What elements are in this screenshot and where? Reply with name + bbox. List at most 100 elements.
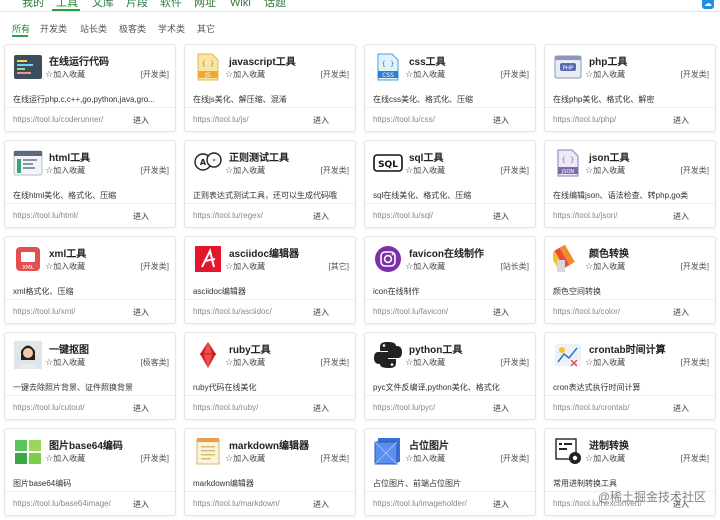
tool-title[interactable]: xml工具 <box>49 245 86 260</box>
tool-card[interactable]: crontab时间计算 ☆加入收藏 [开发类] cron表达式执行时间计算 https:… <box>544 332 716 420</box>
add-favorite-button[interactable]: ☆加入收藏 <box>225 261 265 272</box>
filter-academic[interactable]: 学术类 <box>158 22 185 35</box>
tool-title[interactable]: crontab时间计算 <box>589 341 666 356</box>
tool-card[interactable]: 图片base64编码 ☆加入收藏 [开发类] 图片base64编码 https://to… <box>4 428 176 516</box>
php-window-icon: PHP <box>553 52 583 82</box>
tool-card[interactable]: CSS { } css工具 ☆加入收藏 [开发类] 在线css美化、格式化、压缩 https… <box>364 44 536 132</box>
tool-title[interactable]: css工具 <box>409 53 446 68</box>
add-favorite-button[interactable]: ☆加入收藏 <box>45 261 85 272</box>
tool-title[interactable]: html工具 <box>49 149 90 164</box>
nav-item-software[interactable]: 软件 <box>160 0 182 10</box>
enter-link[interactable]: 进入 <box>133 211 149 222</box>
add-favorite-button[interactable]: ☆加入收藏 <box>585 261 625 272</box>
add-favorite-button[interactable]: ☆加入收藏 <box>225 69 265 80</box>
svg-text:CSS: CSS <box>382 72 394 79</box>
add-favorite-button[interactable]: ☆加入收藏 <box>585 453 625 464</box>
tool-title[interactable]: 一键抠图 <box>49 341 89 356</box>
tool-card[interactable]: asciidoc编辑器 ☆加入收藏 [其它] asciidoc编辑器 https://t… <box>184 236 356 324</box>
tool-card[interactable]: 颜色转换 ☆加入收藏 [开发类] 颜色空间转换 https://tool.lu/colo… <box>544 236 716 324</box>
tool-title[interactable]: 图片base64编码 <box>49 437 123 452</box>
add-favorite-button[interactable]: ☆加入收藏 <box>405 357 445 368</box>
filter-webmaster[interactable]: 站长类 <box>80 22 107 35</box>
add-favorite-button[interactable]: ☆加入收藏 <box>45 453 85 464</box>
tool-card[interactable]: html工具 ☆加入收藏 [开发类] 在线html美化、格式化、压缩 https://t… <box>4 140 176 228</box>
tool-card[interactable]: 占位图片 ☆加入收藏 [开发类] 占位图片、前端占位图片 https://tool.lu… <box>364 428 536 516</box>
enter-link[interactable]: 进入 <box>313 499 329 510</box>
enter-link[interactable]: 进入 <box>133 307 149 318</box>
enter-link[interactable]: 进入 <box>493 499 509 510</box>
tool-card[interactable]: 在线运行代码 ☆加入收藏 [开发类] 在线运行php,c,c++,go,python,… <box>4 44 176 132</box>
tool-title[interactable]: favicon在线制作 <box>409 245 484 260</box>
tool-title[interactable]: 占位图片 <box>409 437 449 452</box>
add-favorite-button[interactable]: ☆加入收藏 <box>405 453 445 464</box>
add-favorite-button[interactable]: ☆加入收藏 <box>405 165 445 176</box>
star-icon: ☆ <box>405 261 414 271</box>
add-favorite-button[interactable]: ☆加入收藏 <box>225 453 265 464</box>
filter-all[interactable]: 所有 <box>12 22 30 35</box>
enter-link[interactable]: 进入 <box>493 211 509 222</box>
card-divider <box>5 107 175 108</box>
tool-card[interactable]: python工具 ☆加入收藏 [开发类] pyc文件反编译,python美化、格式化 h… <box>364 332 536 420</box>
add-favorite-button[interactable]: ☆加入收藏 <box>405 69 445 80</box>
enter-link[interactable]: 进入 <box>133 499 149 510</box>
enter-link[interactable]: 进入 <box>133 115 149 126</box>
tool-title[interactable]: ruby工具 <box>229 341 271 356</box>
tool-title[interactable]: 进制转换 <box>589 437 629 452</box>
add-favorite-button[interactable]: ☆加入收藏 <box>585 357 625 368</box>
tool-card[interactable]: XML xml工具 ☆加入收藏 [开发类] xml格式化、压缩 https://tool.… <box>4 236 176 324</box>
add-favorite-button[interactable]: ☆加入收藏 <box>225 165 265 176</box>
tool-title[interactable]: 颜色转换 <box>589 245 629 260</box>
nav-item-mine[interactable]: 我的 <box>22 0 44 10</box>
tool-title[interactable]: markdown编辑器 <box>229 437 309 452</box>
nav-item-wiki[interactable]: Wiki <box>230 0 251 10</box>
enter-link[interactable]: 进入 <box>133 403 149 414</box>
nav-item-library[interactable]: 文库 <box>92 0 114 10</box>
add-favorite-button[interactable]: ☆加入收藏 <box>225 357 265 368</box>
add-favorite-button[interactable]: ☆加入收藏 <box>585 165 625 176</box>
card-divider <box>185 395 355 396</box>
tool-card[interactable]: JS { } javascript工具 ☆加入收藏 [开发类] 在线js美化、解压缩、混淆… <box>184 44 356 132</box>
add-favorite-button[interactable]: ☆加入收藏 <box>585 69 625 80</box>
tool-title[interactable]: asciidoc编辑器 <box>229 245 299 260</box>
add-favorite-label: 加入收藏 <box>233 358 266 367</box>
enter-link[interactable]: 进入 <box>673 211 689 222</box>
filter-dev[interactable]: 开发类 <box>40 22 67 35</box>
add-favorite-button[interactable]: ☆加入收藏 <box>45 165 85 176</box>
tool-card[interactable]: markdown编辑器 ☆加入收藏 [开发类] markdown编辑器 https://… <box>184 428 356 516</box>
tool-card[interactable]: 一键抠图 ☆加入收藏 [极客类] 一键去除照片背景、证件照换背景 https://too… <box>4 332 176 420</box>
tool-title[interactable]: sql工具 <box>409 149 443 164</box>
tool-title[interactable]: json工具 <box>589 149 630 164</box>
filter-geek[interactable]: 极客类 <box>119 22 146 35</box>
tool-title[interactable]: 正则测试工具 <box>229 149 289 164</box>
enter-link[interactable]: 进入 <box>313 211 329 222</box>
enter-link[interactable]: 进入 <box>313 403 329 414</box>
card-divider <box>365 107 535 108</box>
add-favorite-button[interactable]: ☆加入收藏 <box>45 69 85 80</box>
nav-item-topics[interactable]: 话题 <box>264 0 286 10</box>
tool-card[interactable]: PHP php工具 ☆加入收藏 [开发类] 在线php美化、格式化、解密 https://… <box>544 44 716 132</box>
tool-title[interactable]: python工具 <box>409 341 462 356</box>
enter-link[interactable]: 进入 <box>493 307 509 318</box>
filter-other[interactable]: 其它 <box>197 22 215 35</box>
tool-title[interactable]: php工具 <box>589 53 627 68</box>
tool-card[interactable]: favicon在线制作 ☆加入收藏 [站长类] icon在线制作 https://too… <box>364 236 536 324</box>
add-favorite-button[interactable]: ☆加入收藏 <box>405 261 445 272</box>
tool-card[interactable]: A * 正则测试工具 ☆加入收藏 [开发类] 正则表达式测试工具，还可以生成代码哦 http… <box>184 140 356 228</box>
card-divider <box>5 203 175 204</box>
add-favorite-button[interactable]: ☆加入收藏 <box>45 357 85 368</box>
enter-link[interactable]: 进入 <box>673 115 689 126</box>
nav-item-sites[interactable]: 网址 <box>194 0 216 10</box>
tool-title[interactable]: javascript工具 <box>229 53 296 68</box>
enter-link[interactable]: 进入 <box>673 403 689 414</box>
enter-link[interactable]: 进入 <box>313 307 329 318</box>
nav-item-snippets[interactable]: 片段 <box>126 0 148 10</box>
tool-card[interactable]: SQL sql工具 ☆加入收藏 [开发类] sql在线美化、格式化、压缩 https://… <box>364 140 536 228</box>
enter-link[interactable]: 进入 <box>493 115 509 126</box>
enter-link[interactable]: 进入 <box>673 307 689 318</box>
tool-title[interactable]: 在线运行代码 <box>49 53 109 68</box>
enter-link[interactable]: 进入 <box>313 115 329 126</box>
enter-link[interactable]: 进入 <box>493 403 509 414</box>
tool-card[interactable]: JSON { } json工具 ☆加入收藏 [开发类] 在线编辑json、语法检查、转ph… <box>544 140 716 228</box>
tool-card[interactable]: ruby工具 ☆加入收藏 [开发类] ruby代码在线美化 https://tool.l… <box>184 332 356 420</box>
cloud-icon[interactable]: ☁ <box>702 0 714 9</box>
